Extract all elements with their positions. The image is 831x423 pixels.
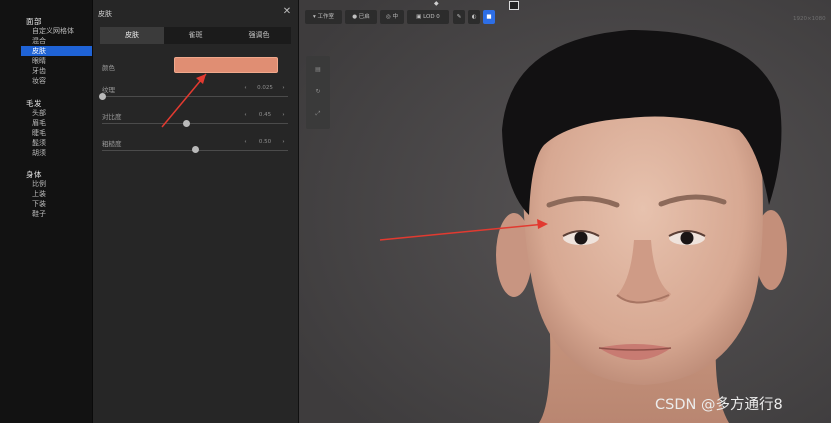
settings-icon[interactable]: ◆	[434, 0, 439, 7]
studio-label: 工作室	[317, 14, 335, 20]
lod-label: LOD 0	[423, 14, 440, 20]
resolution-readout: 1920×1080	[793, 16, 826, 22]
annotation-arrow	[379, 223, 546, 241]
rotate-tool-icon[interactable]: ↻	[312, 86, 324, 98]
lighting-label: 已启	[358, 14, 370, 20]
studio-button[interactable]: ▾ 工作室	[305, 10, 342, 24]
top-controls: ◆	[434, 0, 439, 7]
arrow-head-icon	[537, 219, 548, 229]
lighting-button[interactable]: ● 已启	[345, 10, 377, 24]
camera-icon[interactable]: ✎	[453, 10, 465, 24]
video-icon[interactable]: ■	[483, 10, 495, 24]
annotation-arrows	[161, 73, 548, 241]
quality-label: 中	[392, 14, 399, 20]
viewport-toolstrip: ▤ ↻ ⤢	[306, 56, 330, 129]
zoom-tool-icon[interactable]: ⤢	[312, 108, 324, 120]
globe-icon[interactable]: ◐	[468, 10, 480, 24]
lod-button[interactable]: ▣ LOD 0	[407, 10, 449, 24]
window-restore-icon[interactable]	[509, 1, 519, 10]
annotation-arrow	[161, 73, 207, 128]
arrow-head-icon	[196, 74, 206, 84]
watermark-text: CSDN @多方通行8	[655, 397, 783, 413]
move-tool-icon[interactable]: ▤	[312, 64, 324, 76]
quality-button[interactable]: ◎ 中	[380, 10, 404, 24]
